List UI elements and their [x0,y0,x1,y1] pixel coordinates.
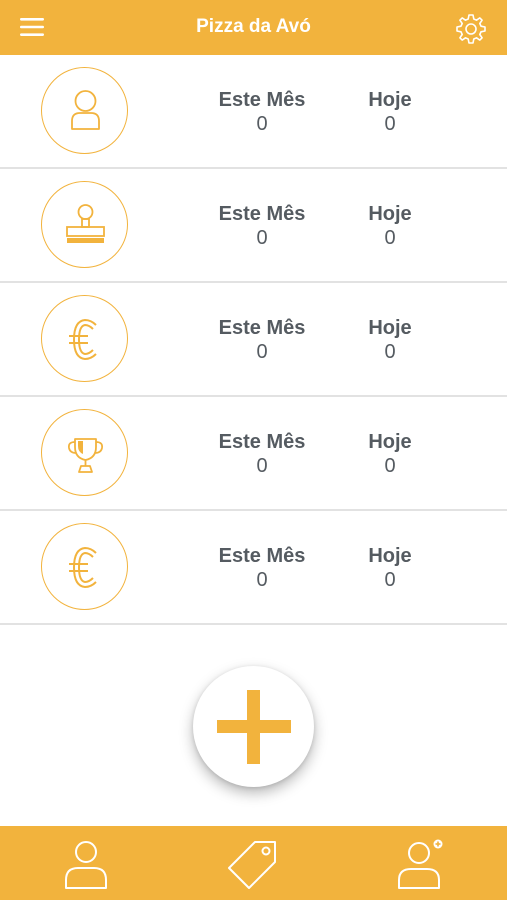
tab-profile[interactable] [58,836,114,892]
month-value: 0 [256,455,268,477]
today-value: 0 [384,227,396,249]
add-user-icon [398,839,443,889]
today-label: Hoje [368,89,412,111]
today-stat: Hoje 0 [355,316,425,364]
month-value: 0 [256,341,268,363]
list-item[interactable]: Este Mês 0 Hoje 0 [0,511,507,625]
month-stat: Este Mês 0 [206,88,318,136]
settings-button[interactable] [455,13,487,45]
user-icon [71,90,100,130]
tag-icon [228,841,276,889]
today-stat: Hoje 0 [355,202,425,250]
today-stat: Hoje 0 [355,544,425,592]
list-item[interactable]: Este Mês 0 Hoje 0 [0,55,507,169]
today-label: Hoje [368,203,412,225]
today-label: Hoje [368,431,412,453]
today-value: 0 [384,113,396,135]
today-stat: Hoje 0 [355,88,425,136]
month-label: Este Mês [218,431,306,453]
month-value: 0 [256,113,268,135]
month-stat: Este Mês 0 [206,316,318,364]
add-button[interactable] [193,666,314,787]
header-bar: Pizza da Avó [0,0,507,55]
gear-icon [456,14,486,44]
icon-circle [41,409,128,496]
today-value: 0 [384,341,396,363]
month-stat: Este Mês 0 [206,544,318,592]
month-value: 0 [256,227,268,249]
bottom-tab-bar [0,826,507,900]
today-stat: Hoje 0 [355,430,425,478]
month-label: Este Mês [218,89,306,111]
user-icon [65,841,107,889]
stamp-icon [66,204,105,243]
list-item[interactable]: Este Mês 0 Hoje 0 [0,169,507,283]
stats-list: Este Mês 0 Hoje 0 Este Mês 0 Hoje 0 Este… [0,55,507,625]
euro-icon [69,546,97,589]
icon-circle [41,295,128,382]
page-title: Pizza da Avó [196,16,311,37]
today-value: 0 [384,455,396,477]
tab-add-user[interactable] [394,836,450,892]
euro-icon [69,318,97,361]
month-label: Este Mês [218,545,306,567]
tab-promotions[interactable] [225,836,281,892]
month-label: Este Mês [218,317,306,339]
today-label: Hoje [368,317,412,339]
month-label: Este Mês [218,203,306,225]
month-value: 0 [256,569,268,591]
icon-circle [41,67,128,154]
today-value: 0 [384,569,396,591]
month-stat: Este Mês 0 [206,202,318,250]
month-stat: Este Mês 0 [206,430,318,478]
trophy-icon [67,438,104,473]
icon-circle [41,181,128,268]
today-label: Hoje [368,545,412,567]
icon-circle [41,523,128,610]
list-item[interactable]: Este Mês 0 Hoje 0 [0,397,507,511]
plus-bar-vertical [247,690,260,764]
list-item[interactable]: Este Mês 0 Hoje 0 [0,283,507,397]
